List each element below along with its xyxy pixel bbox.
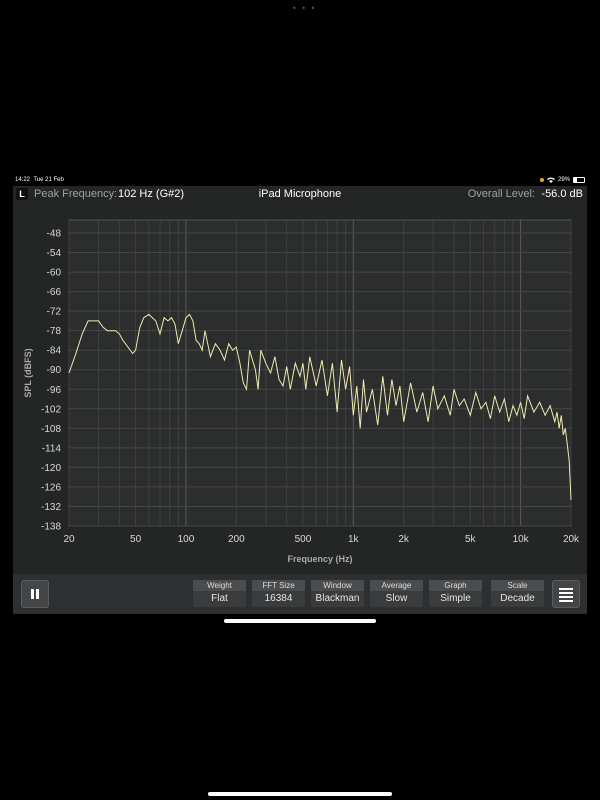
- menu-button[interactable]: [552, 580, 580, 608]
- x-tick-label: 20k: [563, 534, 580, 545]
- control-window[interactable]: Window Blackman: [311, 580, 364, 607]
- y-tick-label: -96: [47, 385, 62, 396]
- y-tick-label: -66: [47, 287, 62, 298]
- y-tick-labels: -48 -54 -60 -66 -72 -78 -84 -90 -96 -102 -108 -114 -…: [41, 229, 61, 533]
- home-indicator-outer[interactable]: [208, 792, 392, 796]
- info-bar: L Peak Frequency: 102 Hz (G#2) iPad Micr…: [13, 186, 587, 203]
- x-tick-label: 10k: [513, 534, 530, 545]
- y-tick-label: -84: [47, 346, 62, 357]
- spectrum-chart[interactable]: -48 -54 -60 -66 -72 -78 -84 -90 -96 -102 -108 -114 -…: [13, 203, 587, 574]
- control-value: Decade: [500, 593, 535, 604]
- y-tick-label: -126: [41, 482, 61, 493]
- home-indicator[interactable]: [224, 619, 376, 623]
- x-tick-label: 100: [178, 534, 195, 545]
- control-value: Slow: [385, 593, 408, 604]
- x-tick-label: 20: [63, 534, 75, 545]
- overall-level-value: -56.0 dB: [541, 188, 583, 200]
- control-average[interactable]: Average Slow: [370, 580, 423, 607]
- y-tick-label: -60: [47, 268, 62, 279]
- y-tick-label: -120: [41, 463, 61, 474]
- y-tick-label: -48: [47, 229, 62, 240]
- control-label: Scale: [491, 580, 544, 591]
- wifi-icon: [546, 177, 555, 183]
- x-tick-label: 500: [295, 534, 312, 545]
- privacy-indicator-icon: [539, 178, 544, 182]
- status-bar: 14:22 Tue 21 Feb 29%: [15, 176, 587, 186]
- y-tick-label: -108: [41, 424, 61, 435]
- x-tick-label: 1k: [348, 534, 360, 545]
- control-label: Weight: [193, 580, 246, 591]
- y-tick-label: -102: [41, 404, 61, 415]
- x-tick-label: 200: [228, 534, 245, 545]
- y-tick-label: -72: [47, 307, 62, 318]
- x-axis-label: Frequency (Hz): [287, 554, 352, 564]
- control-value: 16384: [264, 593, 293, 604]
- status-time: 14:22 Tue 21 Feb: [15, 177, 64, 183]
- control-label: Average: [370, 580, 423, 591]
- control-value: Simple: [440, 593, 471, 604]
- control-graph[interactable]: Graph Simple: [429, 580, 482, 607]
- control-label: Graph: [429, 580, 482, 591]
- x-tick-label: 50: [130, 534, 142, 545]
- y-tick-label: -78: [47, 326, 62, 337]
- x-tick-label: 2k: [398, 534, 410, 545]
- app-window: L Peak Frequency: 102 Hz (G#2) iPad Micr…: [13, 186, 587, 614]
- y-tick-label: -90: [47, 365, 62, 376]
- y-tick-label: -114: [42, 443, 62, 454]
- battery-percent: 29%: [557, 177, 570, 183]
- control-value: Blackman: [315, 593, 360, 604]
- control-toolbar: Weight Flat FFT Size 16384 Window Blackman Ave…: [13, 574, 587, 614]
- control-label: Window: [311, 580, 364, 591]
- y-tick-label: -132: [41, 502, 61, 513]
- pause-button[interactable]: [21, 580, 49, 608]
- control-scale[interactable]: Scale Decade: [491, 580, 544, 607]
- y-tick-label: -54: [47, 248, 62, 259]
- control-fft-size[interactable]: FFT Size 16384: [252, 580, 305, 607]
- control-label: FFT Size: [252, 580, 305, 591]
- x-tick-labels: 20 50 100 200 500 1k 2k 5k 10k 20k: [63, 534, 580, 545]
- status-right: 29%: [539, 177, 585, 183]
- y-axis-label: SPL (dBFS): [23, 348, 33, 397]
- x-tick-label: 5k: [465, 534, 477, 545]
- battery-icon: [573, 177, 585, 183]
- y-tick-label: -138: [41, 522, 61, 533]
- overall-level-label: Overall Level:: [467, 188, 535, 200]
- control-weight[interactable]: Weight Flat: [193, 580, 246, 607]
- control-value: Flat: [211, 593, 228, 604]
- multitasking-dots[interactable]: • • •: [292, 4, 316, 13]
- plot-area: [68, 219, 572, 527]
